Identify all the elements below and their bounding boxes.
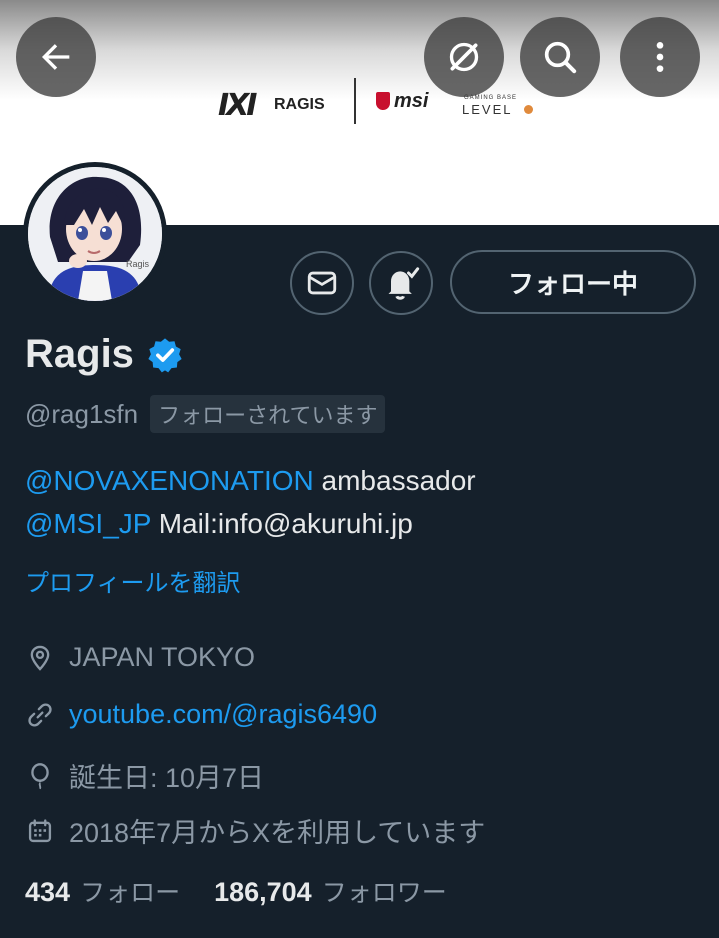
following-stat[interactable]: 434 フォロー [25,873,180,909]
sponsor-level-text: LEVEL [462,102,513,117]
handle-row: @rag1sfn フォローされています [25,395,386,433]
profile-birthday: 誕生日: 10月7日 [25,756,264,795]
user-handle: @rag1sfn [25,398,139,429]
notifications-button[interactable] [369,251,433,315]
following-button[interactable]: フォロー中 [450,250,696,314]
display-name: Ragis [25,332,134,376]
calendar-icon [28,818,52,842]
profile-bio: @NOVAXENONATION ambassador @MSI_JP Mail:… [25,459,705,545]
sponsor-msi-text: msi [394,90,429,112]
verified-badge-icon[interactable] [146,336,184,374]
mention-link-novaxenonation[interactable]: @NOVAXENONATION [25,465,314,496]
website-link[interactable]: youtube.com/@ragis6490 [69,699,377,730]
avatar-image: Ragis [28,167,162,301]
following-count: 434 [25,877,71,907]
sponsor-level-dot [524,105,533,114]
sponsor-logo-ixi: IXI [218,88,258,123]
follows-you-badge: フォローされています [150,395,386,433]
more-vertical-icon [656,42,664,72]
message-button[interactable] [290,251,354,315]
profile-join-date: 2018年7月からXを利用しています [25,811,485,850]
link-icon [28,702,52,727]
avatar-caption: Ragis [126,259,150,269]
search-icon [544,41,577,74]
grok-icon [449,42,479,72]
sponsor-ragis-text: RAGIS [274,96,325,113]
mail-icon [307,271,337,295]
following-label: フォロー [80,878,181,907]
msi-shield-icon [376,92,390,110]
search-button[interactable] [520,17,600,97]
profile-location: JAPAN TOKYO [25,642,255,673]
followers-stat[interactable]: 186,704 フォロワー [214,873,447,909]
bell-check-icon [388,267,420,300]
follow-stats: 434 フォロー 186,704 フォロワー [25,873,447,909]
profile-website: youtube.com/@ragis6490 [25,699,377,730]
followers-label: フォロワー [321,878,447,907]
location-text: JAPAN TOKYO [69,642,256,672]
grok-button[interactable] [424,17,504,97]
avatar-illustration: Ragis [28,167,162,301]
profile-name-row: Ragis [25,332,184,377]
birthday-text: 誕生日: 10月7日 [69,763,265,793]
bio-line-1: @NOVAXENONATION ambassador [25,459,705,502]
bio-text-1: ambassador [313,465,476,496]
back-arrow-icon [42,44,70,70]
more-options-button[interactable] [620,17,700,97]
bio-text-2: Mail:info@akuruhi.jp [150,508,413,539]
back-button[interactable] [16,17,96,97]
balloon-icon [31,762,49,789]
location-pin-icon [30,645,50,671]
avatar[interactable]: Ragis [23,162,167,306]
mention-link-msi-jp[interactable]: @MSI_JP [25,508,151,539]
sponsor-divider [354,78,356,124]
followers-count: 186,704 [214,877,312,907]
bio-line-2: @MSI_JP Mail:info@akuruhi.jp [25,502,705,545]
join-date-text: 2018年7月からXを利用しています [69,818,486,848]
translate-profile-link[interactable]: プロフィールを翻訳 [25,563,241,598]
